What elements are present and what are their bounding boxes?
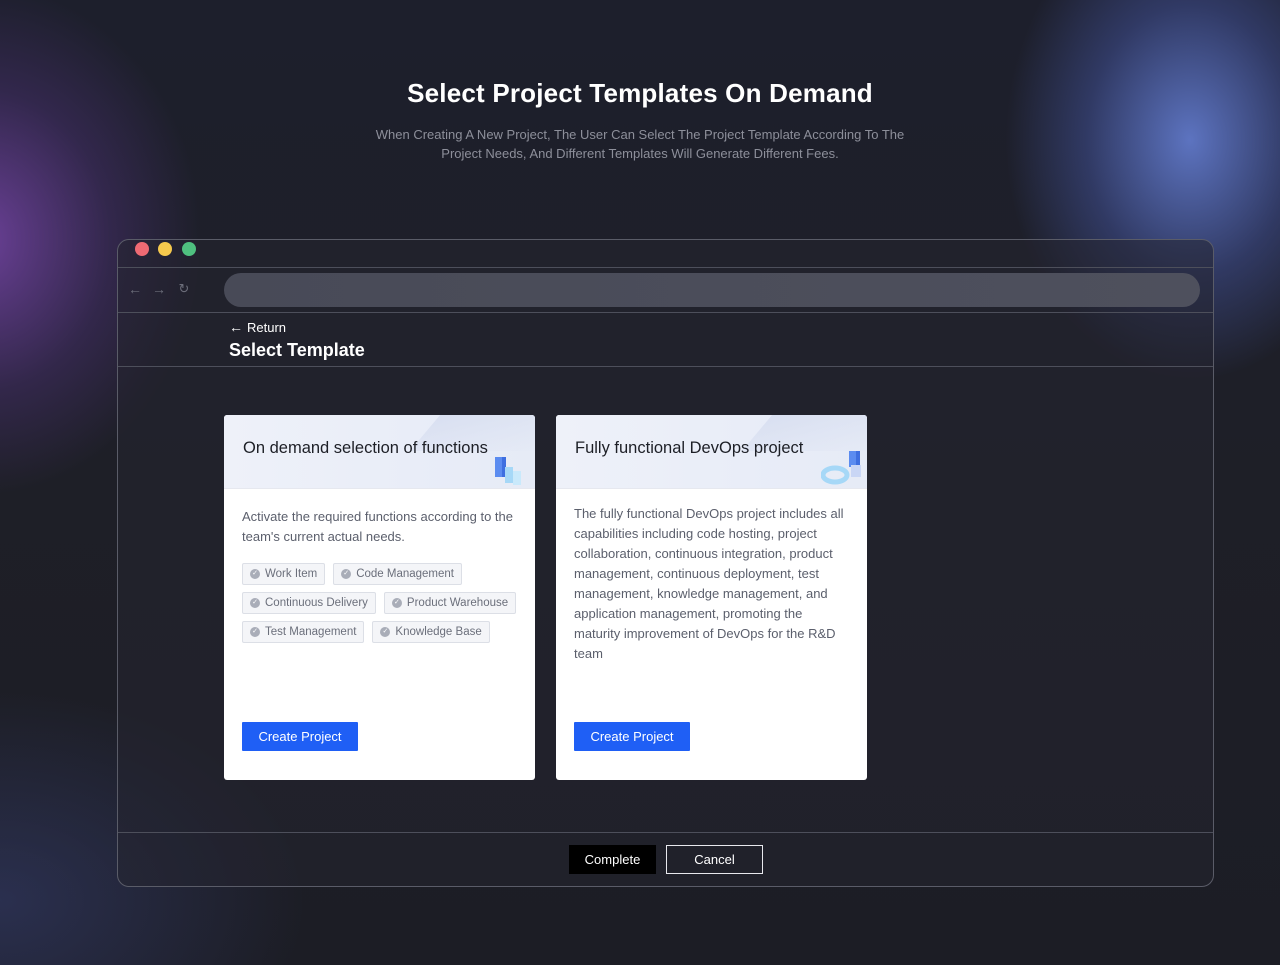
browser-toolbar: ← → ↻: [118, 268, 1213, 313]
tag-work-item[interactable]: ✓ Work Item: [242, 563, 326, 585]
minimize-window-dot[interactable]: [158, 242, 172, 256]
back-arrow-icon[interactable]: ←: [126, 280, 144, 298]
create-project-button[interactable]: Create Project: [574, 722, 690, 751]
close-window-dot[interactable]: [135, 242, 149, 256]
create-project-button[interactable]: Create Project: [242, 722, 358, 751]
tag-knowledge-base[interactable]: ✓ Knowledge Base: [372, 621, 490, 643]
forward-arrow-icon[interactable]: →: [150, 280, 168, 298]
page-header: ← Return Select Template: [118, 313, 1213, 367]
card-description: Activate the required functions accordin…: [242, 509, 513, 544]
bar-chart-illustration-icon: [495, 457, 521, 485]
card-title: On demand selection of functions: [243, 439, 488, 457]
tag-code-management[interactable]: ✓ Code Management: [333, 563, 462, 585]
address-bar[interactable]: [224, 273, 1200, 307]
tag-test-management[interactable]: ✓ Test Management: [242, 621, 365, 643]
card-header: Fully functional DevOps project: [556, 415, 867, 489]
left-arrow-icon: ←: [229, 319, 243, 335]
card-description: The fully functional DevOps project incl…: [574, 506, 844, 661]
tag-product-warehouse[interactable]: ✓ Product Warehouse: [383, 592, 517, 614]
check-icon: ✓: [341, 569, 352, 579]
cancel-button[interactable]: Cancel: [666, 845, 763, 874]
check-icon: ✓: [250, 627, 260, 637]
window-titlebar: [118, 240, 1213, 268]
card-header: On demand selection of functions: [224, 415, 535, 489]
tag-continuous-delivery[interactable]: ✓ Continuous Delivery: [242, 592, 376, 614]
hero-title: Select Project Templates On Demand: [407, 78, 873, 108]
browser-window: ← → ↻ ← Return Select Template On demand…: [117, 239, 1214, 887]
card-title: Fully functional DevOps project: [575, 439, 804, 457]
check-icon: ✓: [250, 569, 260, 579]
template-card-on-demand[interactable]: On demand selection of functions Activat…: [224, 415, 535, 780]
maximize-window-dot[interactable]: [182, 242, 196, 256]
check-icon: ✓: [250, 598, 260, 608]
function-tags: ✓ Work Item ✓ Code Management ✓ Continuous …: [242, 563, 522, 643]
dialog-footer: Complete Cancel: [118, 832, 1213, 887]
ring-cube-illustration-icon: [821, 451, 861, 485]
return-link[interactable]: ← Return: [229, 319, 286, 335]
complete-button[interactable]: Complete: [569, 845, 656, 874]
template-card-devops[interactable]: Fully functional DevOps project The full…: [556, 415, 867, 780]
check-icon: ✓: [391, 598, 402, 608]
return-label: Return: [247, 319, 287, 335]
check-icon: ✓: [380, 627, 391, 637]
reload-icon[interactable]: ↻: [175, 280, 193, 298]
hero-subtitle: When Creating A New Project, The User Ca…: [375, 127, 905, 161]
page-title: Select Template: [229, 340, 365, 360]
